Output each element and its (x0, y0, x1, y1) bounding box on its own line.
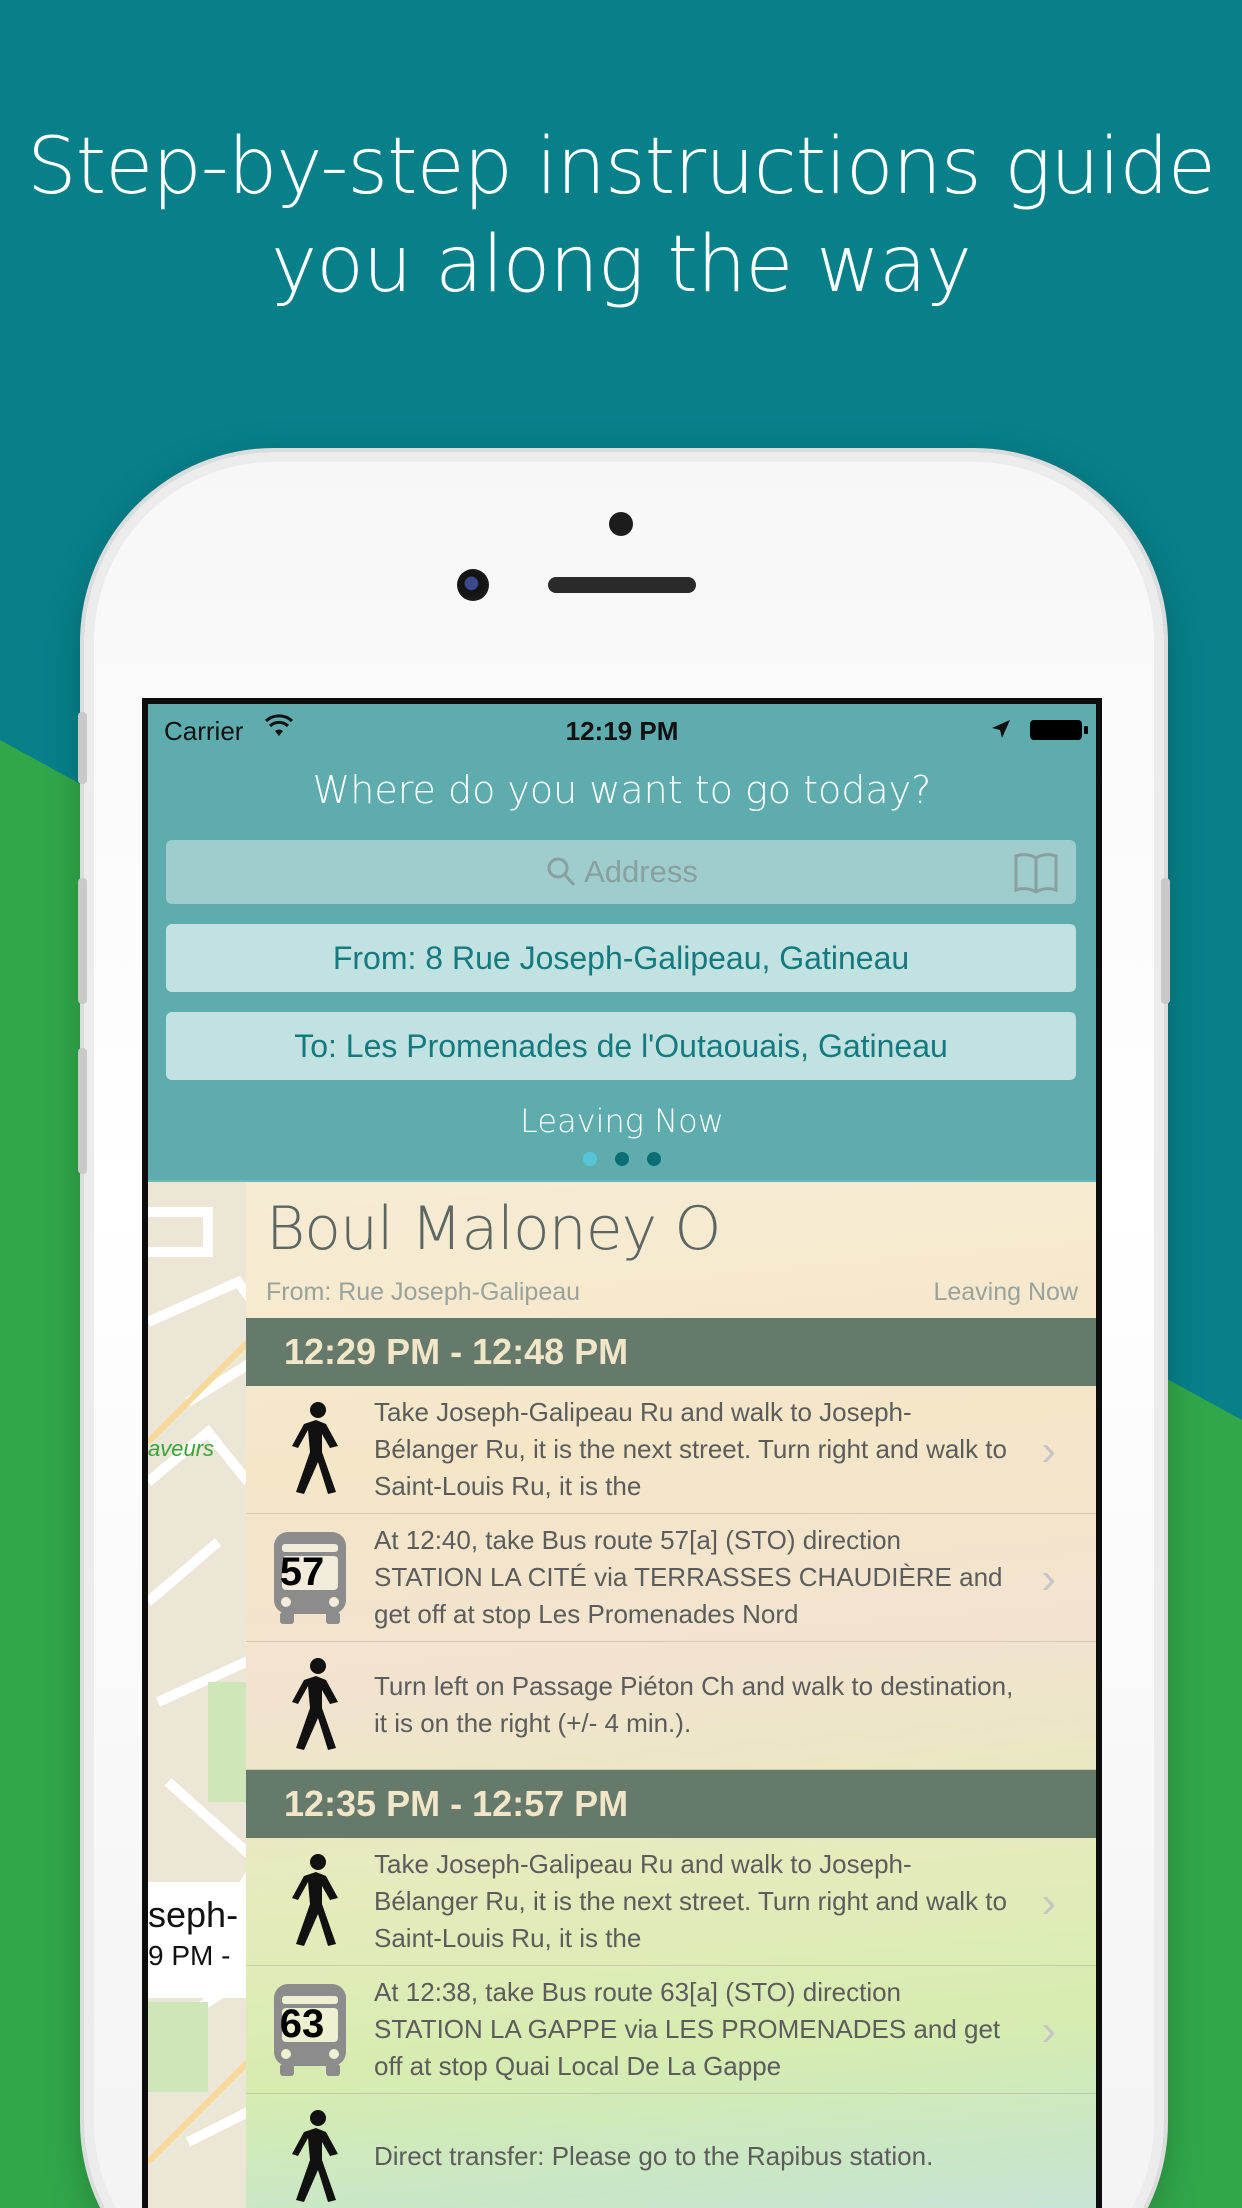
itinerary-step[interactable]: Take Joseph-Galipeau Ru and walk to Jose… (246, 1386, 1096, 1514)
front-camera (457, 569, 489, 601)
status-bar: Carrier 12:19 PM (148, 704, 1096, 752)
itinerary-step[interactable]: 57 At 12:40, take Bus route 57[a] (STO) … (246, 1514, 1096, 1642)
headline-line-2: you along the way (271, 220, 972, 310)
search-placeholder: Address (584, 854, 698, 889)
phone-volume-up (78, 878, 87, 1004)
battery-icon (1030, 720, 1088, 740)
itinerary-step[interactable]: Direct transfer: Please go to the Rapibu… (246, 2094, 1096, 2208)
map-callout-title: seph- (148, 1894, 239, 1935)
departure-time-selector[interactable]: Leaving Now (148, 1102, 1096, 1140)
map-callout[interactable]: seph- 9 PM - (148, 1882, 258, 1998)
itinerary-time-header[interactable]: 12:35 PM - 12:57 PM (246, 1770, 1096, 1838)
step-instruction: Take Joseph-Galipeau Ru and walk to Jose… (374, 1849, 1007, 1953)
bus-route-number: 63 (279, 2002, 325, 2046)
walk-icon (292, 1402, 338, 1494)
chevron-right-icon: › (1041, 1426, 1056, 1475)
map-callout-subtitle: 9 PM - (148, 1940, 231, 1971)
headline-line-1: Step-by-step instructions guide (27, 122, 1216, 212)
walk-icon (292, 2110, 338, 2202)
trip-planner-header: Carrier 12:19 PM Where do you want to go… (148, 704, 1096, 1182)
proximity-sensor (609, 512, 633, 536)
phone-volume-down (78, 1048, 87, 1174)
address-search-input[interactable]: Address (166, 840, 1076, 904)
step-instruction: Turn left on Passage Piéton Ch and walk … (374, 1671, 1014, 1738)
walk-icon (292, 1854, 338, 1946)
itinerary-time-header[interactable]: 12:29 PM - 12:48 PM (246, 1318, 1096, 1386)
chevron-right-icon: › (1041, 1878, 1056, 1927)
route-title: Boul Maloney O (266, 1194, 721, 1264)
destination-prompt: Where do you want to go today? (312, 768, 932, 812)
page-dot-1[interactable] (583, 1152, 597, 1166)
route-leaving: Leaving Now (933, 1278, 1078, 1306)
step-instruction: Direct transfer: Please go to the Rapibu… (374, 2141, 934, 2171)
from-field[interactable]: From: 8 Rue Joseph-Galipeau, Gatineau (166, 924, 1076, 992)
bus-route-number: 57 (279, 1550, 325, 1594)
phone-power-button (1161, 878, 1170, 1004)
page-dot-2[interactable] (615, 1152, 629, 1166)
to-field[interactable]: To: Les Promenades de l'Outaouais, Gatin… (166, 1012, 1076, 1080)
itinerary-step[interactable]: Take Joseph-Galipeau Ru and walk to Jose… (246, 1838, 1096, 1966)
route-card: Boul Maloney O From: Rue Joseph-Galipeau… (246, 1182, 1096, 2208)
step-instruction: Take Joseph-Galipeau Ru and walk to Jose… (374, 1397, 1007, 1501)
route-origin: From: Rue Joseph-Galipeau (266, 1278, 581, 1306)
chevron-right-icon: › (1041, 1554, 1056, 1603)
step-instruction: At 12:38, take Bus route 63[a] (STO) dir… (374, 1977, 1001, 2081)
itinerary-step[interactable]: 63 At 12:38, take Bus route 63[a] (STO) … (246, 1966, 1096, 2094)
earpiece-speaker (548, 577, 696, 593)
step-instruction: At 12:40, take Bus route 57[a] (STO) dir… (374, 1525, 1003, 1629)
page-indicator[interactable] (148, 1152, 1096, 1171)
headline: Step-by-step instructions guide you alon… (0, 118, 1242, 314)
phone-screen: aveurs seph- 9 PM - Carrier 12:19 PM Whe… (142, 698, 1102, 2208)
page-dot-3[interactable] (647, 1152, 661, 1166)
walk-icon (292, 1658, 338, 1750)
bookmarks-icon[interactable] (1012, 848, 1060, 901)
map-place-label: aveurs (148, 1436, 215, 1461)
status-time: 12:19 PM (565, 716, 679, 746)
itinerary-step[interactable]: Turn left on Passage Piéton Ch and walk … (246, 1642, 1096, 1770)
chevron-right-icon: › (1041, 2006, 1056, 2055)
phone-mute-switch (78, 712, 87, 784)
location-arrow-icon (990, 716, 1012, 747)
